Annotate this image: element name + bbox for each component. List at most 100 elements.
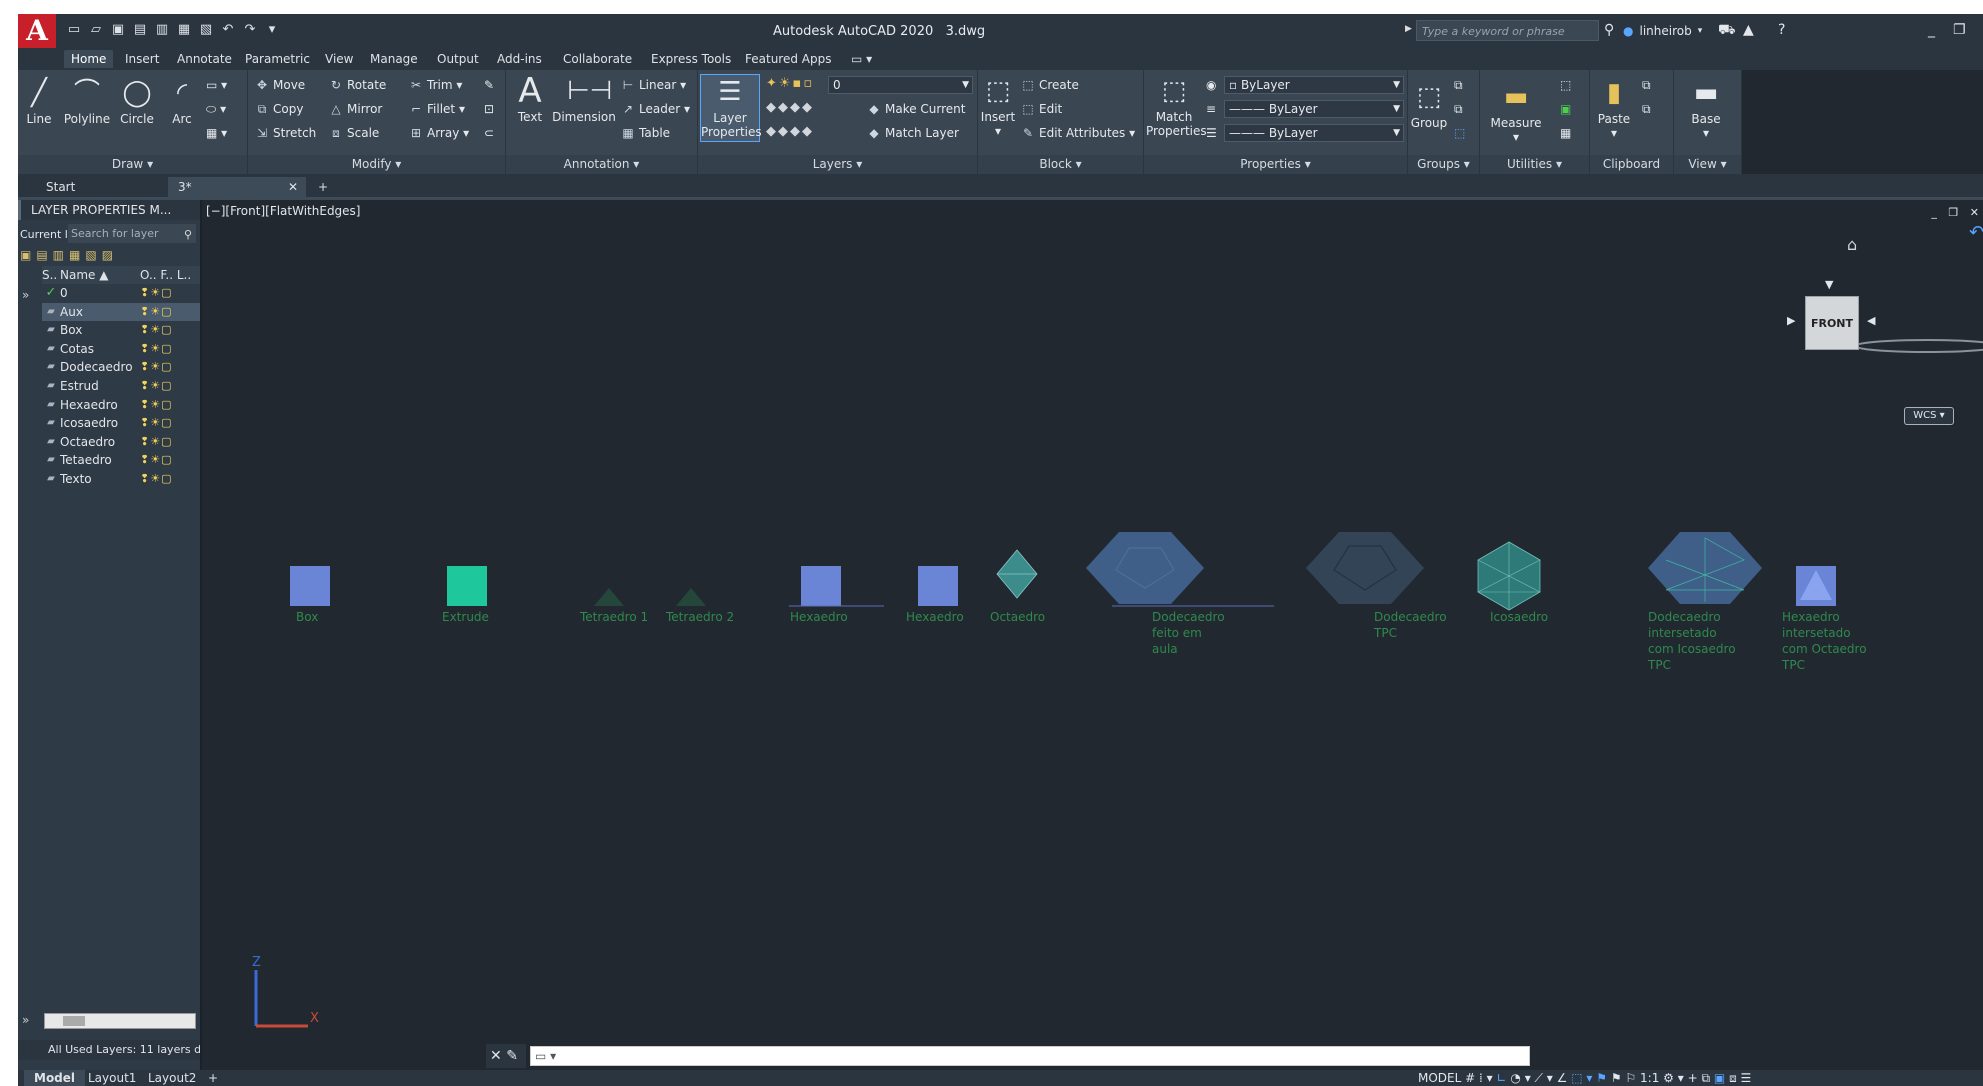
hardware-acceleration-icon[interactable]: ▣ — [1714, 1071, 1725, 1085]
wcs-menu[interactable]: WCS ▾ — [1904, 407, 1954, 425]
base-view-button[interactable]: ▬ Base ▾ — [1684, 76, 1728, 140]
autocad-logo-icon[interactable]: A — [18, 14, 56, 48]
layer-row[interactable]: ▰ Aux ❢☀▢ — [42, 302, 200, 322]
scrollbar-thumb[interactable] — [63, 1016, 85, 1026]
tab-current-drawing[interactable]: 3* ✕ — [168, 177, 306, 197]
tab-express-tools[interactable]: Express Tools — [644, 50, 738, 68]
trim-button[interactable]: ✂ Trim ▾ — [408, 76, 462, 94]
model-space-button[interactable]: MODEL — [1418, 1071, 1461, 1085]
tab-output[interactable]: Output — [430, 50, 486, 68]
new-tab-icon[interactable]: + — [308, 177, 338, 197]
layer-flags-icons[interactable]: ❢☀▢ — [140, 396, 172, 415]
tab-layout1[interactable]: Layout1 — [78, 1070, 146, 1086]
viewcube-left-arrow-icon[interactable]: ▶ — [1787, 314, 1795, 327]
polar-icon[interactable]: ◔ ▾ — [1510, 1071, 1530, 1085]
fillet-button[interactable]: ⌐ Fillet ▾ — [408, 100, 465, 118]
hexaedro-1-solid[interactable] — [801, 566, 841, 606]
layer-state-icons[interactable]: ✦☀▪▫ — [766, 76, 814, 91]
layer-row[interactable]: ▰ Dodecaedro ❢☀▢ — [42, 358, 200, 377]
offset-icon[interactable]: ⊂ — [484, 124, 494, 142]
ortho-icon[interactable]: ∟ — [1497, 1071, 1507, 1085]
layer-row[interactable]: ▰ Box ❢☀▢ — [42, 321, 200, 340]
utilities-panel-title[interactable]: Utilities ▾ — [1480, 155, 1589, 174]
layer-row[interactable]: ▰ Octaedro ❢☀▢ — [42, 433, 200, 452]
layer-flags-icons[interactable]: ❢☀▢ — [140, 284, 172, 303]
restore-icon[interactable]: ❐ — [1953, 22, 1966, 38]
ribbon-minimize-icon[interactable]: ▭ ▾ — [844, 50, 879, 68]
annotation-panel-title[interactable]: Annotation ▾ — [506, 155, 697, 174]
color-dropdown[interactable]: ▫ ByLayer ▼ — [1224, 76, 1404, 94]
layer-tools-row1-icons[interactable]: ◆◆◆◆ — [766, 100, 814, 115]
layer-flags-icons[interactable]: ❢☀▢ — [140, 340, 172, 359]
layer-toolbar[interactable]: ▣▤▥▦▧▨ — [20, 248, 118, 262]
copy-button[interactable]: ⧉ Copy — [254, 100, 304, 118]
linetype-dropdown[interactable]: ——— ByLayer ▼ — [1224, 124, 1404, 142]
erase-icon[interactable]: ✎ — [484, 76, 494, 94]
box-solid[interactable] — [290, 566, 330, 606]
close-tab-icon[interactable]: ✕ — [288, 177, 298, 197]
lineweight-dropdown[interactable]: ——— ByLayer ▼ — [1224, 100, 1404, 118]
layer-row[interactable]: ▰ Cotas ❢☀▢ — [42, 340, 200, 359]
layer-flags-icons[interactable]: ❢☀▢ — [140, 321, 172, 340]
workspace-gear-icon[interactable]: ⚙ ▾ — [1663, 1071, 1684, 1085]
clipboard-panel-title[interactable]: Clipboard — [1590, 155, 1673, 174]
save-icon[interactable]: ▣ — [110, 22, 126, 38]
new-file-icon[interactable]: ▭ — [66, 22, 82, 38]
rotate-button[interactable]: ↻ Rotate — [328, 76, 386, 94]
annotation-visibility-icon[interactable]: ⚑ — [1596, 1071, 1607, 1085]
annotation-scale-value[interactable]: 1:1 — [1640, 1071, 1659, 1085]
plus-icon[interactable]: + — [1688, 1071, 1698, 1085]
undo-icon[interactable]: ↶ — [220, 22, 236, 38]
line-button[interactable]: ╱ Line — [20, 76, 58, 126]
ungroup-icon[interactable]: ⧉ — [1454, 76, 1463, 94]
help-icon[interactable]: ? — [1778, 22, 1785, 38]
viewcube[interactable]: ▼ ▶ ◀ FRONT — [1749, 240, 1909, 400]
a360-icon[interactable]: ▲ — [1743, 22, 1754, 38]
layer-tools-row2-icons[interactable]: ◆◆◆◆ — [766, 124, 814, 139]
layer-flags-icons[interactable]: ❢☀▢ — [140, 358, 172, 377]
object-snap-icon[interactable]: ⬚ ▾ — [1571, 1071, 1592, 1085]
customize-qat-icon[interactable]: ▾ — [264, 22, 280, 38]
draw-panel-title[interactable]: Draw ▾ — [18, 155, 247, 174]
annotation-scale-icon[interactable]: ⚐ — [1625, 1071, 1636, 1085]
user-account[interactable]: ● linheirob ▾ — [1623, 24, 1702, 38]
copy-clip-icon[interactable]: ⧉ — [1642, 100, 1651, 118]
circle-button[interactable]: ◯ Circle — [116, 76, 158, 126]
match-properties-button[interactable]: ⬚ Match Properties — [1146, 74, 1207, 138]
expand-icon[interactable]: » — [22, 1013, 29, 1027]
layer-row[interactable]: ▰ Tetaedro ❢☀▢ — [42, 451, 200, 470]
tab-add-ins[interactable]: Add-ins — [490, 50, 549, 68]
mirror-button[interactable]: △ Mirror — [328, 100, 382, 118]
col-flags[interactable]: O.. F.. L.. — [140, 266, 191, 284]
measure-button[interactable]: ▬ Measure ▾ — [1484, 80, 1548, 144]
layer-flags-icons[interactable]: ❢☀▢ — [140, 451, 172, 470]
arc-button[interactable]: ◜ Arc — [164, 76, 200, 126]
command-input[interactable]: ▭ ▾ — [530, 1046, 1530, 1066]
tab-home[interactable]: Home — [64, 50, 114, 68]
cut-icon[interactable]: ⧉ — [1642, 76, 1651, 94]
tab-manage[interactable]: Manage — [363, 50, 425, 68]
tetraedro-1-solid[interactable] — [594, 588, 624, 606]
paste-button[interactable]: ▮ Paste ▾ — [1594, 76, 1634, 140]
cart-icon[interactable]: ⛟ — [1718, 22, 1736, 40]
col-name[interactable]: Name ▲ — [60, 266, 140, 284]
layer-flags-icons[interactable]: ❢☀▢ — [140, 433, 172, 452]
insert-button[interactable]: ⬚ Insert ▾ — [980, 74, 1016, 138]
tab-insert[interactable]: Insert — [118, 50, 166, 68]
viewcube-front-face[interactable]: FRONT — [1805, 296, 1859, 350]
group-edit-icon[interactable]: ⧉ — [1454, 100, 1463, 118]
rectangle-icon[interactable]: ▭ ▾ — [206, 76, 227, 94]
tab-featured-apps[interactable]: Featured Apps — [738, 50, 838, 68]
layer-row[interactable]: ✓ 0 ❢☀▢ — [42, 284, 200, 303]
layer-row[interactable]: ▰ Estrud ❢☀▢ — [42, 377, 200, 396]
leader-button[interactable]: ↗ Leader ▾ — [620, 100, 690, 118]
ellipse-icon[interactable]: ⬭ ▾ — [206, 100, 226, 118]
auto-scale-icon[interactable]: ⚑ — [1611, 1071, 1622, 1085]
save-as-icon[interactable]: ▤ — [132, 22, 148, 38]
rotate-view-icon[interactable]: ↶ — [1969, 222, 1983, 243]
make-current-button[interactable]: ◆ Make Current — [866, 100, 965, 118]
horizontal-scrollbar[interactable] — [44, 1013, 196, 1029]
redo-icon[interactable]: ↷ — [242, 22, 258, 38]
viewcube-right-arrow-icon[interactable]: ◀ — [1867, 314, 1875, 327]
calculator-icon[interactable]: ▦ — [1560, 124, 1571, 142]
